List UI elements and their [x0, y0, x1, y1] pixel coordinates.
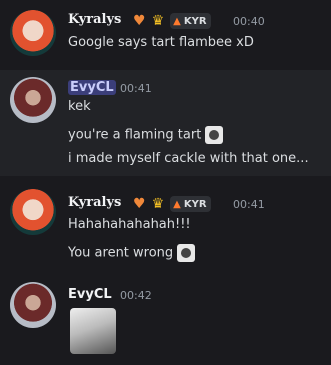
- crown-icon: ♛: [151, 196, 165, 212]
- custom-emoji[interactable]: [205, 126, 224, 144]
- orange-heart-icon: ♥: [133, 196, 146, 212]
- flame-icon: ▲: [173, 15, 181, 27]
- message-text: i made myself cackle with that one...: [68, 151, 309, 166]
- timestamp[interactable]: 00:40: [233, 15, 265, 28]
- author-badges: ♥ ♛ ▲ KYR: [133, 13, 211, 29]
- message-text-content: you're a flaming tart: [68, 127, 202, 143]
- message-text: You arent wrong: [68, 244, 196, 263]
- crown-icon: ♛: [151, 13, 165, 29]
- message-text: Google says tart flambee xD: [68, 35, 254, 50]
- message-text: kek: [68, 99, 91, 114]
- flame-icon: ▲: [173, 198, 181, 210]
- author-name[interactable]: EvyCL: [68, 80, 116, 96]
- avatar[interactable]: [10, 282, 56, 328]
- guild-tag[interactable]: ▲ KYR: [170, 13, 211, 29]
- timestamp[interactable]: 00:41: [233, 198, 265, 211]
- custom-emoji[interactable]: [177, 244, 196, 262]
- author-name[interactable]: EvyCL: [68, 287, 112, 303]
- guild-tag-text: KYR: [183, 198, 207, 210]
- message-text: Hahahahahahah!!!: [68, 217, 191, 232]
- timestamp[interactable]: 00:41: [120, 82, 152, 95]
- author-badges: ♥ ♛ ▲ KYR: [133, 196, 211, 212]
- guild-tag-text: KYR: [183, 15, 207, 27]
- author-name-highlight: EvyCL: [68, 80, 116, 95]
- orange-heart-icon: ♥: [133, 13, 146, 29]
- message-text-content: You arent wrong: [68, 245, 174, 261]
- jumbo-emoji[interactable]: [70, 308, 116, 354]
- avatar[interactable]: [10, 10, 56, 56]
- avatar[interactable]: [10, 77, 56, 123]
- avatar[interactable]: [10, 189, 56, 235]
- author-name[interactable]: Kyralys: [68, 195, 121, 211]
- author-name[interactable]: Kyralys: [68, 12, 121, 28]
- message-text: you're a flaming tart: [68, 126, 224, 145]
- guild-tag[interactable]: ▲ KYR: [170, 196, 211, 212]
- timestamp[interactable]: 00:42: [120, 289, 152, 302]
